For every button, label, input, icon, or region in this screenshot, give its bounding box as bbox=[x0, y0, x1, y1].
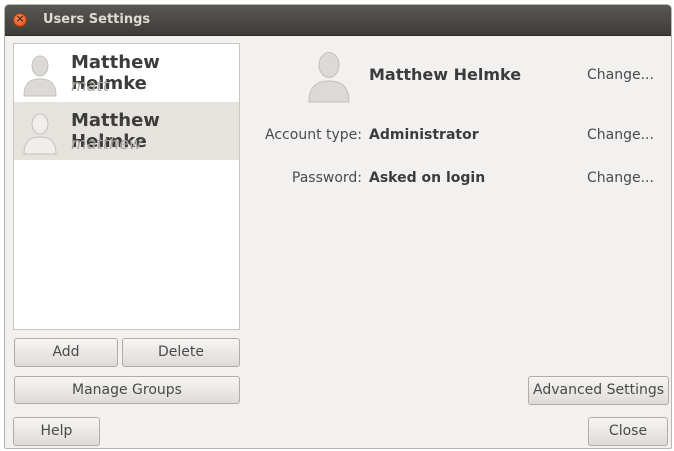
password-value: Asked on login bbox=[369, 170, 486, 186]
account-type-label: Account type: bbox=[265, 127, 362, 143]
title-bar: × Users Settings bbox=[5, 5, 671, 36]
user-silhouette-icon[interactable] bbox=[307, 49, 351, 103]
close-button[interactable]: Close bbox=[588, 417, 668, 446]
delete-user-button[interactable]: Delete bbox=[122, 338, 240, 367]
add-user-button[interactable]: Add bbox=[14, 338, 118, 367]
change-password-button[interactable]: Change... bbox=[587, 170, 654, 186]
manage-groups-button[interactable]: Manage Groups bbox=[14, 376, 240, 404]
help-button[interactable]: Help bbox=[13, 417, 100, 446]
account-type-value: Administrator bbox=[369, 127, 479, 143]
change-account-type-button[interactable]: Change... bbox=[587, 127, 654, 143]
user-login-name: matt bbox=[71, 76, 109, 95]
user-silhouette-icon bbox=[23, 55, 57, 97]
window-close-button[interactable]: × bbox=[13, 12, 27, 27]
close-icon: × bbox=[15, 12, 25, 25]
user-login-name: matthew bbox=[71, 134, 143, 153]
window-title: Users Settings bbox=[43, 12, 151, 27]
password-label: Password: bbox=[291, 170, 362, 186]
user-list[interactable]: Matthew Helmke matt Matthew Helmke matth… bbox=[13, 43, 240, 330]
advanced-settings-button[interactable]: Advanced Settings bbox=[528, 376, 669, 405]
users-settings-window: × Users Settings Matthew Helmke matt Mat… bbox=[4, 4, 672, 449]
user-list-item[interactable]: Matthew Helmke matt bbox=[14, 44, 239, 102]
selected-user-name[interactable]: Matthew Helmke bbox=[369, 65, 521, 84]
change-name-button[interactable]: Change... bbox=[587, 67, 654, 83]
user-silhouette-icon bbox=[23, 113, 57, 155]
